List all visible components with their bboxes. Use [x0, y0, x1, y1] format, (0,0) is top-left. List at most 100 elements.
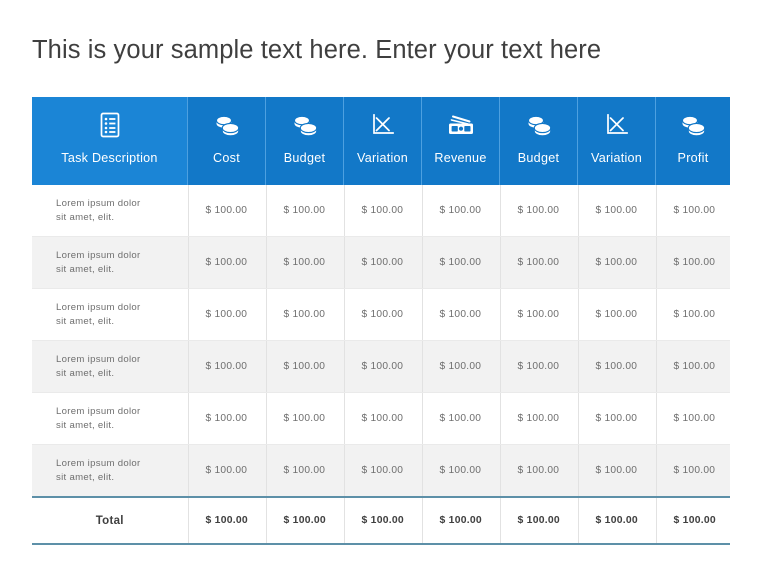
budget-1-cell: $ 100.00 [266, 185, 345, 237]
variation-1-cell: $ 100.00 [344, 288, 423, 341]
total-cost-cell: $ 100.00 [188, 496, 267, 545]
task-description-line2: sit amet, elit. [56, 367, 115, 379]
revenue-cell: $ 100.00 [422, 236, 501, 289]
task-description-cell: Lorem ipsum dolor sit amet, elit. [32, 392, 189, 445]
column-header-revenue[interactable]: Revenue [422, 97, 500, 185]
column-header-label: Variation [590, 151, 643, 165]
coins-icon [291, 108, 319, 142]
budget-2-cell: $ 100.00 [500, 236, 579, 289]
budget-1-cell: $ 100.00 [266, 236, 345, 289]
table-header: Task Description Cost Budget Variation R… [32, 97, 730, 185]
table-row[interactable]: Lorem ipsum dolor sit amet, elit. $ 100.… [32, 288, 730, 341]
budget-2-cell: $ 100.00 [500, 185, 579, 237]
total-variation-2-cell: $ 100.00 [578, 496, 657, 545]
variation-2-cell: $ 100.00 [578, 288, 657, 341]
total-budget-2-cell: $ 100.00 [500, 496, 579, 545]
total-label: Total [32, 496, 189, 545]
table-row[interactable]: Lorem ipsum dolor sit amet, elit. $ 100.… [32, 392, 730, 445]
revenue-cell: $ 100.00 [422, 340, 501, 393]
line-chart-icon [604, 108, 630, 142]
variation-2-cell: $ 100.00 [578, 340, 657, 393]
profit-cell: $ 100.00 [656, 185, 730, 237]
task-description-line1: Lorem ipsum dolor [56, 405, 141, 417]
total-profit-cell: $ 100.00 [656, 496, 730, 545]
profit-cell: $ 100.00 [656, 444, 730, 498]
table-row[interactable]: Lorem ipsum dolor sit amet, elit. $ 100.… [32, 340, 730, 393]
table-header-row: Task Description Cost Budget Variation R… [32, 97, 730, 185]
task-description-line1: Lorem ipsum dolor [56, 249, 141, 261]
variation-1-cell: $ 100.00 [344, 340, 423, 393]
profit-cell: $ 100.00 [656, 340, 730, 393]
task-description-line2: sit amet, elit. [56, 419, 115, 431]
document-list-icon [99, 108, 121, 142]
budget-1-cell: $ 100.00 [266, 288, 345, 341]
slide-canvas: This is your sample text here. Enter you… [0, 0, 768, 576]
total-variation-1-cell: $ 100.00 [344, 496, 423, 545]
task-description-line1: Lorem ipsum dolor [56, 353, 141, 365]
revenue-cell: $ 100.00 [422, 185, 501, 237]
table-row[interactable]: Lorem ipsum dolor sit amet, elit. $ 100.… [32, 185, 730, 237]
budget-2-cell: $ 100.00 [500, 288, 579, 341]
page-title: This is your sample text here. Enter you… [32, 36, 602, 64]
column-header-cost[interactable]: Cost [188, 97, 266, 185]
budget-1-cell: $ 100.00 [266, 444, 345, 498]
column-header-label: Budget [283, 151, 326, 165]
revenue-cell: $ 100.00 [422, 444, 501, 498]
column-header-profit[interactable]: Profit [656, 97, 730, 185]
column-header-variation-1[interactable]: Variation [344, 97, 422, 185]
cost-cell: $ 100.00 [188, 340, 267, 393]
revenue-cell: $ 100.00 [422, 288, 501, 341]
task-description-line2: sit amet, elit. [56, 211, 115, 223]
table-row[interactable]: Lorem ipsum dolor sit amet, elit. $ 100.… [32, 236, 730, 289]
task-description-cell: Lorem ipsum dolor sit amet, elit. [32, 340, 189, 393]
financial-table-container: Task Description Cost Budget Variation R… [32, 97, 730, 545]
table-body: Lorem ipsum dolor sit amet, elit. $ 100.… [32, 185, 730, 545]
task-description-cell: Lorem ipsum dolor sit amet, elit. [32, 236, 189, 289]
variation-1-cell: $ 100.00 [344, 392, 423, 445]
variation-1-cell: $ 100.00 [344, 444, 423, 498]
task-description-line2: sit amet, elit. [56, 315, 115, 327]
variation-2-cell: $ 100.00 [578, 185, 657, 237]
task-description-cell: Lorem ipsum dolor sit amet, elit. [32, 185, 189, 237]
table-total-row: Total $ 100.00 $ 100.00 $ 100.00 $ 100.0… [32, 496, 730, 545]
total-budget-1-cell: $ 100.00 [266, 496, 345, 545]
variation-1-cell: $ 100.00 [344, 236, 423, 289]
cost-cell: $ 100.00 [188, 236, 267, 289]
cost-cell: $ 100.00 [188, 392, 267, 445]
column-header-label: Revenue [434, 151, 487, 165]
column-header-budget-1[interactable]: Budget [266, 97, 344, 185]
line-chart-icon [370, 108, 396, 142]
column-header-label: Task Description [61, 151, 158, 165]
profit-cell: $ 100.00 [656, 288, 730, 341]
column-header-task-description[interactable]: Task Description [32, 97, 188, 185]
task-description-line2: sit amet, elit. [56, 471, 115, 483]
coins-icon [525, 108, 553, 142]
variation-2-cell: $ 100.00 [578, 236, 657, 289]
task-description-line1: Lorem ipsum dolor [56, 457, 141, 469]
task-description-line1: Lorem ipsum dolor [56, 301, 141, 313]
budget-2-cell: $ 100.00 [500, 444, 579, 498]
column-header-budget-2[interactable]: Budget [500, 97, 578, 185]
column-header-variation-2[interactable]: Variation [578, 97, 656, 185]
profit-cell: $ 100.00 [656, 392, 730, 445]
budget-1-cell: $ 100.00 [266, 392, 345, 445]
cost-cell: $ 100.00 [188, 288, 267, 341]
table-row[interactable]: Lorem ipsum dolor sit amet, elit. $ 100.… [32, 444, 730, 498]
budget-2-cell: $ 100.00 [500, 340, 579, 393]
task-description-line1: Lorem ipsum dolor [56, 197, 141, 209]
budget-1-cell: $ 100.00 [266, 340, 345, 393]
cost-cell: $ 100.00 [188, 185, 267, 237]
column-header-label: Variation [356, 151, 409, 165]
task-description-cell: Lorem ipsum dolor sit amet, elit. [32, 288, 189, 341]
variation-2-cell: $ 100.00 [578, 444, 657, 498]
coins-icon [679, 108, 707, 142]
task-description-cell: Lorem ipsum dolor sit amet, elit. [32, 444, 189, 498]
revenue-cell: $ 100.00 [422, 392, 501, 445]
total-revenue-cell: $ 100.00 [422, 496, 501, 545]
profit-cell: $ 100.00 [656, 236, 730, 289]
variation-1-cell: $ 100.00 [344, 185, 423, 237]
variation-2-cell: $ 100.00 [578, 392, 657, 445]
cost-cell: $ 100.00 [188, 444, 267, 498]
column-header-label: Profit [677, 151, 709, 165]
budget-2-cell: $ 100.00 [500, 392, 579, 445]
